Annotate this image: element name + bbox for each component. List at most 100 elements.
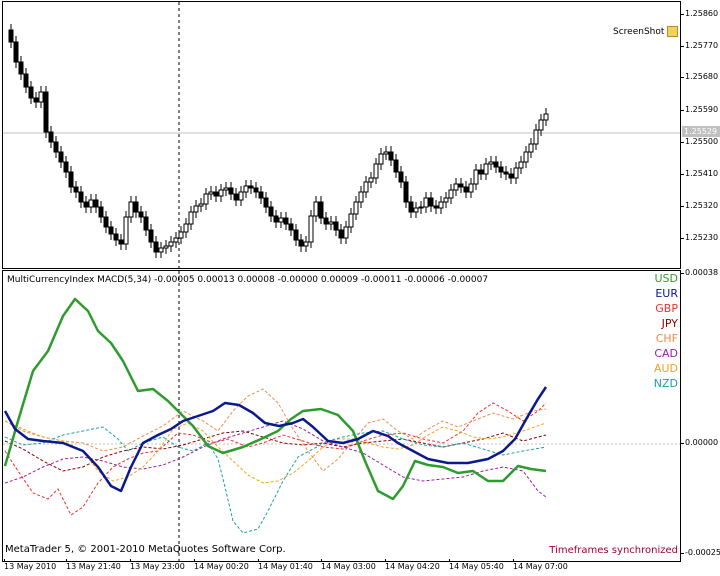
candle-body [308,215,314,243]
candle-body [193,205,199,213]
candle-body [103,216,109,228]
time-tick: 13 May 23:00 [130,559,185,571]
candle-body [538,119,544,131]
candle-body [523,151,529,163]
candle-body [68,171,74,188]
legend-eur: EUR [655,287,678,300]
candle-body [268,206,274,217]
candle-body [383,151,389,155]
candle-body [483,163,489,175]
legend-gbp: GBP [655,302,678,315]
candle-body [53,141,59,153]
candle-body [173,237,179,243]
candle-body [118,239,124,245]
candle-body [473,169,479,185]
candle-body [323,217,329,225]
line-jpy [4,430,547,472]
candle-body [358,191,364,203]
candle-body [448,189,454,199]
candle-body [263,197,269,208]
candle-body [513,167,519,179]
candle-body [43,91,49,133]
price-chart-panel[interactable]: ScreenShot [2,1,681,269]
price-tick: 1.25590 [680,105,719,114]
line-eur [3,386,548,493]
candle-body [373,163,379,179]
candle-body [248,185,254,189]
candle-body [163,245,169,249]
candle-body [283,217,289,225]
candle-body [393,159,399,173]
indicator-tick-bottom: -0.00025 [681,548,720,557]
candle-body [213,191,219,197]
price-tick: 1.25500 [680,137,719,146]
candle-body [533,129,539,145]
sync-status: Timeframes synchronized [549,545,678,556]
candle-body [543,113,549,121]
line-gbp [4,402,547,516]
candle-body [343,226,349,239]
price-tick: 1.25770 [680,41,719,50]
candle-body [218,189,224,197]
indicator-tick-zero: 0.00000 [680,438,719,447]
legend-cad: CAD [654,347,678,360]
candle-body [433,205,439,209]
candle-body [338,229,344,239]
candle-body [298,239,304,247]
candle-body [468,183,474,193]
candle-body [158,247,164,253]
candle-body [508,173,514,179]
indicator-axis: 0.00038 0.00000 -0.00025 [680,268,720,560]
screenshot-label[interactable]: ScreenShot [613,27,664,37]
price-chart-canvas [3,2,680,268]
candle-body [413,207,419,213]
candle-body [423,197,429,208]
candle-body [18,61,24,75]
candle-body [203,193,209,205]
candle-body [438,201,444,209]
candle-body [123,216,129,245]
screenshot-icon[interactable] [667,26,678,37]
current-price-badge: 1.25529 [682,126,720,137]
indicator-panel[interactable]: MultiCurrencyIndex MACD(5,34) -0.00005 0… [2,270,681,562]
legend-chf: CHF [655,332,678,345]
candle-body [153,241,159,253]
candle-body [363,181,369,193]
currency-legend: USD EUR GBP JPY CHF CAD AUD NZD [654,271,678,391]
candle-body [398,171,404,183]
candle-body [478,169,484,175]
candle-body [243,185,249,193]
candle-body [503,171,509,175]
candle-body [233,193,239,201]
candle-body [113,233,119,241]
copyright-text: MetaTrader 5, © 2001-2010 MetaQuotes Sof… [5,544,286,555]
candle-body [23,73,29,88]
price-tick: 1.25410 [680,169,719,178]
candle-body [198,203,204,207]
candle-body [8,29,14,43]
candle-body [313,201,319,217]
candle-body [223,187,229,191]
candle-body [518,161,524,169]
candle-body [93,199,99,208]
legend-aud: AUD [653,362,678,375]
candle-body [288,223,294,231]
candle-body [353,201,359,215]
line-aud [4,420,547,484]
candle-body [458,183,464,188]
time-tick: 14 May 05:40 [449,559,504,571]
candle-body [348,213,354,228]
price-tick: 1.25860 [680,9,719,18]
candle-body [38,91,44,103]
time-tick: 13 May 2010 [4,559,57,571]
candle-body [278,217,284,223]
candle-body [128,201,134,218]
indicator-title: MultiCurrencyIndex MACD(5,34) -0.00005 0… [7,275,489,285]
candle-body [273,215,279,223]
candle-body [133,201,139,213]
candle-body [83,201,89,208]
legend-jpy: JPY [661,317,678,330]
candle-body [418,206,424,209]
time-tick: 14 May 07:00 [513,559,568,571]
candle-body [498,166,504,173]
